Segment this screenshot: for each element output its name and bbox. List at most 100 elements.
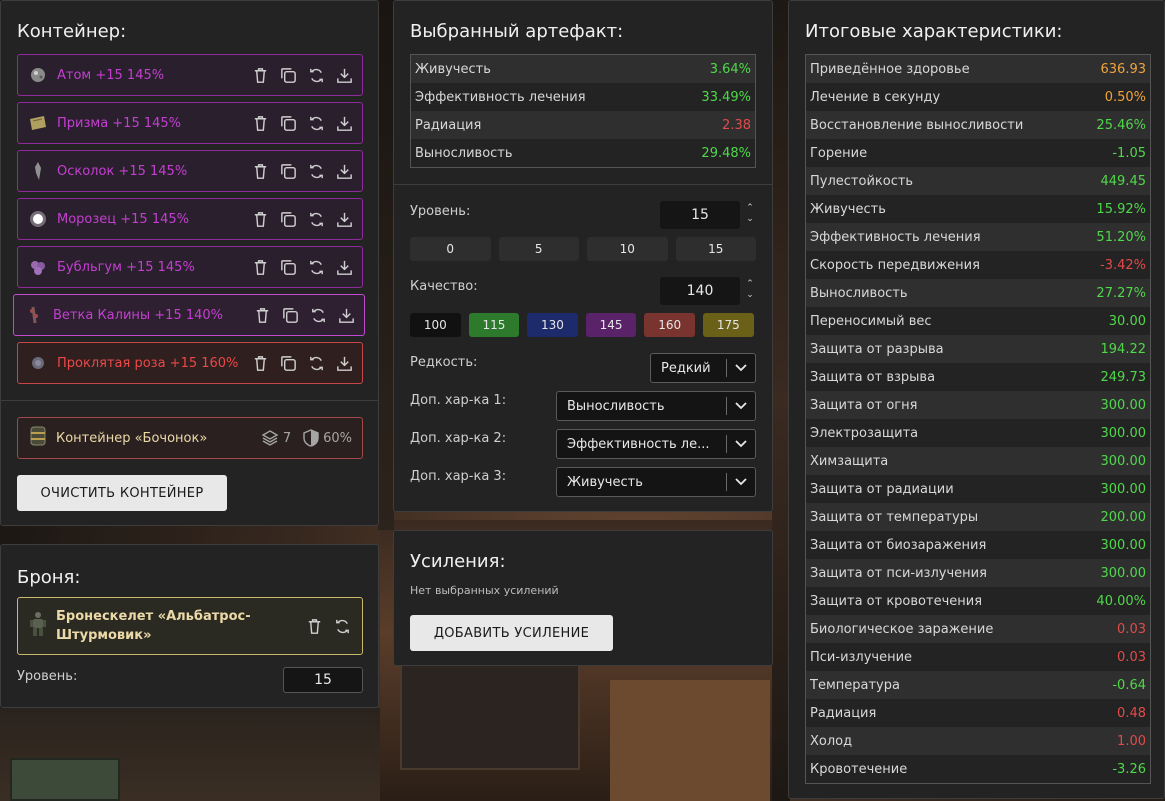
download-icon[interactable] bbox=[335, 114, 354, 133]
download-icon[interactable] bbox=[337, 306, 356, 325]
totals-row-value: 30.00 bbox=[1108, 313, 1146, 329]
totals-row: Горение -1.05 bbox=[806, 139, 1150, 167]
background-scene-detail bbox=[10, 758, 120, 801]
layers-icon bbox=[261, 430, 279, 446]
level-preset-button[interactable]: 5 bbox=[498, 237, 579, 261]
chevron-down-icon[interactable]: ⌄ bbox=[744, 214, 756, 225]
cursed-rose-artifact-icon bbox=[27, 352, 49, 374]
level-preset-button[interactable]: 0 bbox=[410, 237, 491, 261]
artifact-stat-row: Эффективность лечения 33.49% bbox=[411, 83, 755, 111]
artifact-item[interactable]: Морозец +15 145% bbox=[17, 198, 363, 240]
chevron-up-icon[interactable]: ⌃ bbox=[744, 279, 756, 290]
boosts-panel: Усиления: Нет выбранных усилений ДОБАВИТ… bbox=[393, 530, 773, 666]
totals-row-value: -3.26 bbox=[1112, 761, 1146, 777]
swap-icon[interactable] bbox=[307, 210, 326, 229]
armor-level-input[interactable]: 15 bbox=[283, 667, 363, 693]
level-preset-button[interactable]: 10 bbox=[587, 237, 668, 261]
swap-icon[interactable] bbox=[307, 162, 326, 181]
swap-icon[interactable] bbox=[307, 258, 326, 277]
quality-input[interactable]: 140 bbox=[660, 277, 740, 305]
copy-icon[interactable] bbox=[279, 354, 298, 373]
artifact-item[interactable]: Призма +15 145% bbox=[17, 102, 363, 144]
stat-name: Живучесть bbox=[415, 61, 491, 77]
chevron-up-icon[interactable]: ⌃ bbox=[744, 203, 756, 214]
divider bbox=[394, 184, 772, 185]
copy-icon[interactable] bbox=[279, 162, 298, 181]
swap-icon[interactable] bbox=[333, 617, 352, 636]
totals-row-name: Холод bbox=[810, 733, 853, 749]
totals-row-name: Выносливость bbox=[810, 285, 908, 301]
download-icon[interactable] bbox=[335, 162, 354, 181]
download-icon[interactable] bbox=[335, 258, 354, 277]
background-scene bbox=[378, 0, 394, 530]
copy-icon[interactable] bbox=[281, 306, 300, 325]
quality-preset-button[interactable]: 130 bbox=[527, 313, 578, 337]
swap-icon[interactable] bbox=[307, 354, 326, 373]
totals-row-value: 200.00 bbox=[1100, 509, 1147, 525]
totals-row-name: Защита от кровотечения bbox=[810, 593, 983, 609]
level-stepper[interactable]: ⌃ ⌄ bbox=[744, 203, 756, 225]
artifact-stat-row: Живучесть 3.64% bbox=[411, 55, 755, 83]
armor-item[interactable]: Бронескелет «Альбатрос-Штурмовик» bbox=[17, 597, 363, 655]
add-boost-button[interactable]: ДОБАВИТЬ УСИЛЕНИЕ bbox=[410, 615, 613, 651]
artifact-item[interactable]: Ветка Калины +15 140% bbox=[13, 294, 365, 336]
totals-row: Защита от взрыва 249.73 bbox=[806, 363, 1150, 391]
download-icon[interactable] bbox=[335, 354, 354, 373]
artifact-item[interactable]: Бубльгум +15 145% bbox=[17, 246, 363, 288]
totals-row-name: Восстановление выносливости bbox=[810, 117, 1024, 133]
copy-icon[interactable] bbox=[279, 114, 298, 133]
trash-icon[interactable] bbox=[251, 210, 270, 229]
copy-icon[interactable] bbox=[279, 258, 298, 277]
trash-icon[interactable] bbox=[251, 162, 270, 181]
chevron-down-icon[interactable]: ⌄ bbox=[744, 290, 756, 301]
artifact-item[interactable]: Атом +15 145% bbox=[17, 54, 363, 96]
totals-row: Лечение в секунду 0.50% bbox=[806, 83, 1150, 111]
trash-icon[interactable] bbox=[251, 258, 270, 277]
trash-icon[interactable] bbox=[251, 114, 270, 133]
container-type-row[interactable]: Контейнер «Бочонок» 7 60% bbox=[17, 417, 363, 459]
artifact-item[interactable]: Проклятая роза +15 160% bbox=[17, 342, 363, 384]
totals-row-name: Химзащита bbox=[810, 453, 889, 469]
extra-stat-3-select[interactable]: Живучесть bbox=[556, 467, 756, 497]
swap-icon[interactable] bbox=[307, 114, 326, 133]
artifact-item-name: Ветка Калины +15 140% bbox=[53, 307, 224, 323]
totals-row: Температура -0.64 bbox=[806, 671, 1150, 699]
totals-row: Биологическое заражение 0.03 bbox=[806, 615, 1150, 643]
divider bbox=[1, 400, 378, 401]
level-input[interactable]: 15 bbox=[660, 201, 740, 229]
armor-title: Броня: bbox=[17, 567, 81, 588]
artifact-item-name: Бубльгум +15 145% bbox=[57, 259, 195, 275]
trash-icon[interactable] bbox=[305, 617, 324, 636]
artifact-item[interactable]: Осколок +15 145% bbox=[17, 150, 363, 192]
artifact-stats-table: Живучесть 3.64% Эффективность лечения 33.49… bbox=[410, 54, 756, 168]
totals-row: Приведённое здоровье 636.93 bbox=[806, 55, 1150, 83]
trash-icon[interactable] bbox=[253, 306, 272, 325]
swap-icon[interactable] bbox=[307, 66, 326, 85]
clear-container-button[interactable]: ОЧИСТИТЬ КОНТЕЙНЕР bbox=[17, 475, 227, 511]
trash-icon[interactable] bbox=[251, 66, 270, 85]
extra-stat-2-select[interactable]: Эффективность ле... bbox=[556, 429, 756, 459]
quality-preset-button[interactable]: 160 bbox=[644, 313, 695, 337]
level-preset-button[interactable]: 15 bbox=[675, 237, 756, 261]
swap-icon[interactable] bbox=[309, 306, 328, 325]
atom-artifact-icon bbox=[27, 64, 49, 86]
totals-row-value: 300.00 bbox=[1100, 565, 1147, 581]
trash-icon[interactable] bbox=[251, 354, 270, 373]
totals-row-name: Скорость передвижения bbox=[810, 257, 980, 273]
artifact-item-actions bbox=[251, 66, 354, 85]
rarity-select[interactable]: Редкий bbox=[650, 353, 756, 383]
quality-preset-button[interactable]: 145 bbox=[585, 313, 637, 337]
quality-preset-button[interactable]: 100 bbox=[410, 313, 461, 337]
quality-stepper[interactable]: ⌃ ⌄ bbox=[744, 279, 756, 301]
artifact-item-actions bbox=[251, 258, 354, 277]
download-icon[interactable] bbox=[335, 66, 354, 85]
download-icon[interactable] bbox=[335, 210, 354, 229]
artifact-list: Атом +15 145% Призма +15 145% Осколок +15 … bbox=[13, 54, 365, 390]
copy-icon[interactable] bbox=[279, 66, 298, 85]
copy-icon[interactable] bbox=[279, 210, 298, 229]
extra-stat-3-label: Доп. хар-ка 3: bbox=[410, 469, 507, 484]
quality-preset-button[interactable]: 115 bbox=[468, 313, 520, 337]
extra-stat-1-select[interactable]: Выносливость bbox=[556, 391, 756, 421]
quality-preset-button[interactable]: 175 bbox=[702, 313, 754, 337]
totals-row: Холод 1.00 bbox=[806, 727, 1150, 755]
